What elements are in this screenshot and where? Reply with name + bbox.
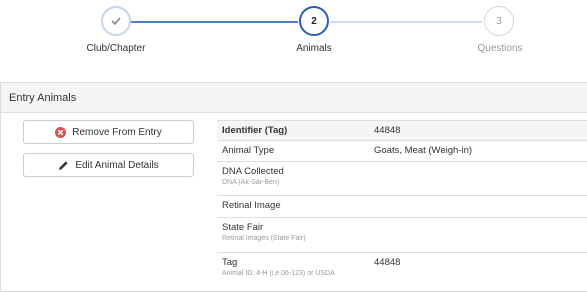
row-sublabel: Retinal Images (State Fair): [222, 235, 306, 242]
table-row: Identifier (Tag) 44848: [217, 120, 587, 140]
row-value: 44848: [374, 257, 401, 268]
step-club-chapter-circle[interactable]: [101, 6, 131, 36]
step-animals-circle[interactable]: 2: [299, 6, 329, 36]
table-row: Tag Animal ID: 4-H (i.e.06-123) or USDA …: [217, 252, 587, 293]
table-row: DNA Collected DNA (Ak-Sar-Ben): [217, 161, 587, 195]
row-value: [369, 196, 587, 217]
row-label: DNA Collected DNA (Ak-Sar-Ben): [217, 162, 369, 195]
row-label: State Fair Retinal Images (State Fair): [217, 218, 369, 252]
step-questions-circle[interactable]: 3: [484, 6, 514, 36]
step-animals-label[interactable]: Animals: [254, 43, 374, 54]
row-sublabel: Animal ID: 4-H (i.e.06-123) or USDA: [222, 270, 335, 277]
panel-heading: Entry Animals: [1, 83, 587, 113]
animal-details-table: Identifier (Tag) 44848 Animal Type Goats…: [217, 120, 587, 293]
table-row: State Fair Retinal Images (State Fair): [217, 217, 587, 252]
row-sublabel: DNA (Ak-Sar-Ben): [222, 179, 280, 186]
row-value: [369, 162, 587, 195]
edit-animal-details-button[interactable]: Edit Animal Details: [23, 153, 194, 177]
row-value: Goats, Meat (Weigh-in): [374, 145, 473, 156]
stepper-connector-complete: [128, 21, 298, 23]
row-label: Identifier (Tag): [222, 125, 288, 136]
remove-circle-icon: [55, 126, 67, 138]
remove-from-entry-button[interactable]: Remove From Entry: [23, 120, 194, 144]
check-icon: [111, 17, 121, 25]
step-animals-number: 2: [311, 15, 317, 27]
remove-from-entry-label: Remove From Entry: [72, 126, 162, 138]
edit-animal-details-label: Edit Animal Details: [75, 159, 159, 171]
progress-stepper: 2 3 Club/Chapter Animals Questions: [0, 0, 587, 70]
step-club-chapter-label[interactable]: Club/Chapter: [56, 43, 176, 54]
table-row: Retinal Image: [217, 195, 587, 217]
step-questions-label[interactable]: Questions: [440, 43, 560, 54]
row-value: [369, 218, 587, 252]
row-label: Retinal Image: [222, 200, 281, 211]
pencil-icon: [58, 160, 69, 171]
row-label: Tag Animal ID: 4-H (i.e.06-123) or USDA: [217, 253, 369, 293]
row-label: Animal Type: [222, 145, 275, 156]
stepper-connector-pending: [330, 21, 482, 23]
row-value: 44848: [374, 125, 401, 136]
table-row: Animal Type Goats, Meat (Weigh-in): [217, 140, 587, 161]
step-questions-number: 3: [496, 15, 502, 27]
panel-title: Entry Animals: [9, 91, 77, 104]
